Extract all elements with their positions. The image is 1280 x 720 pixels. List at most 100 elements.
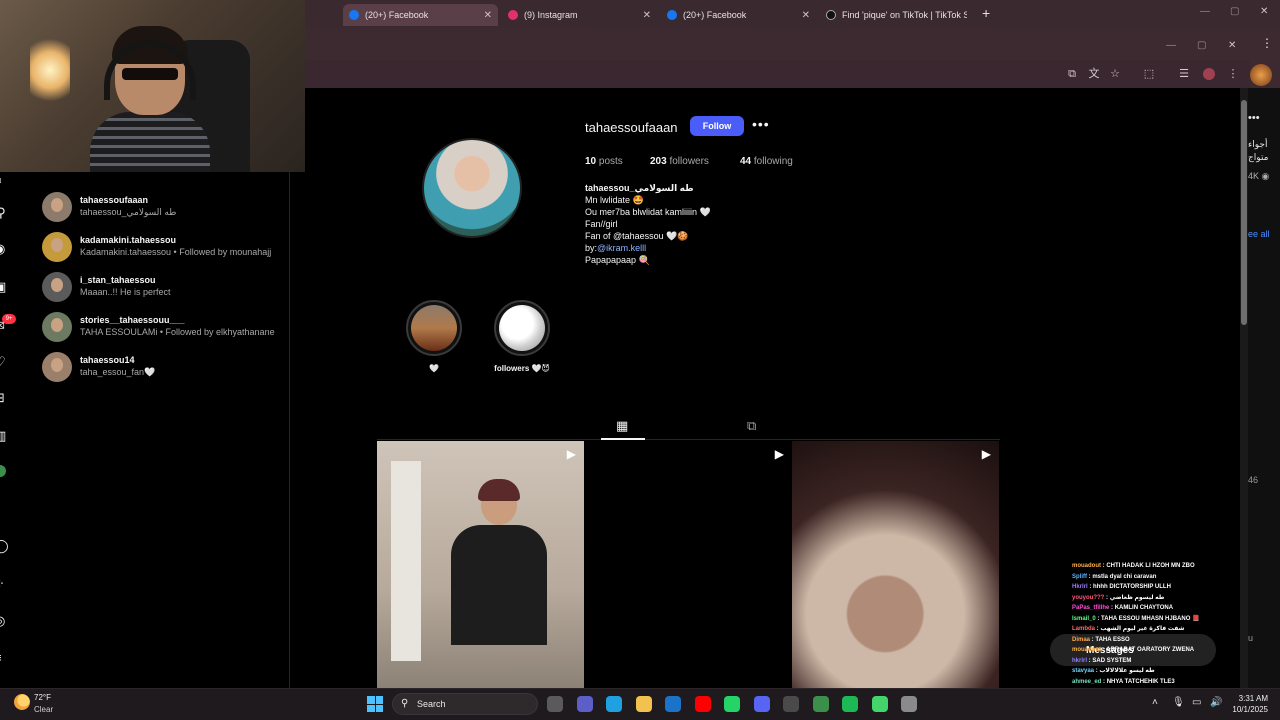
discord-icon[interactable]	[753, 696, 770, 712]
tab-facebook-2[interactable]: (20+) Facebook ✕	[661, 4, 816, 26]
post-thumbnail[interactable]: ▶	[377, 441, 584, 688]
notification-badge: 9+	[2, 314, 16, 324]
also-from-meta-icon[interactable]: ◎	[0, 613, 10, 629]
explore-icon[interactable]: ◉	[0, 241, 10, 257]
chrome-icon[interactable]	[812, 696, 829, 712]
post-thumbnail[interactable]: ▶	[585, 441, 792, 688]
taskbar-search[interactable]: ⚲ Search	[392, 693, 538, 715]
result-username: tahaessou14	[80, 355, 135, 365]
highlight-label: 🤍	[429, 364, 439, 373]
file-explorer-icon[interactable]	[635, 696, 652, 712]
translate-icon[interactable]: 文	[1088, 68, 1100, 80]
home-icon[interactable]: ⌂	[0, 171, 10, 187]
scrollbar-thumb[interactable]	[1241, 100, 1247, 325]
task-view-icon[interactable]	[547, 696, 563, 712]
tab-tiktok[interactable]: Find 'pique' on TikTok | TikTok S	[820, 4, 975, 26]
bio-line: Papapapaap 🍭	[585, 255, 650, 265]
outlook-icon[interactable]	[665, 696, 681, 712]
see-all-link[interactable]: ee all	[1248, 229, 1270, 239]
start-button[interactable]	[367, 696, 383, 712]
close-window-icon[interactable]: ✕	[1228, 40, 1236, 51]
search-result[interactable]: i_stan_tahaessou Maaan..!! He is perfect	[42, 272, 282, 304]
browser-menu-icon[interactable]: ⋮	[1227, 68, 1239, 80]
youtube-icon[interactable]	[694, 696, 711, 712]
more-options-icon[interactable]: •••	[752, 116, 770, 132]
menu-icon[interactable]: ⋮	[1261, 36, 1273, 50]
close-window-icon[interactable]: ✕	[1260, 6, 1268, 17]
result-subtitle: tahaessou_طه السولامي	[80, 207, 177, 217]
tab-label: Find 'pique' on TikTok | TikTok S	[842, 10, 967, 20]
tiktok-icon	[826, 10, 836, 20]
vpn-icon[interactable]	[871, 696, 888, 712]
follow-button[interactable]: Follow	[690, 116, 744, 136]
weather-icon[interactable]	[14, 694, 30, 710]
chat-text: SAD SYSTEM	[1092, 657, 1132, 664]
whatsapp-icon[interactable]	[724, 696, 740, 712]
story-highlight[interactable]	[406, 300, 462, 356]
chat-message: PaPas_tfillhe : KAMLIN CHAYTONA	[1072, 605, 1174, 611]
following-stat[interactable]: 44 following	[740, 156, 793, 167]
search-icon[interactable]: ⚲	[0, 205, 12, 221]
chat-username: Dimaa	[1072, 636, 1091, 643]
reel-icon: ▶	[566, 447, 576, 461]
more-menu-icon[interactable]: ≡	[0, 650, 10, 666]
close-icon[interactable]: ✕	[484, 10, 492, 21]
profile-picture[interactable]	[422, 138, 522, 238]
steam-icon[interactable]	[783, 696, 799, 712]
profile-avatar[interactable]	[1203, 68, 1215, 80]
bio-line: Fan of @tahaessou 🤍🍪	[585, 231, 689, 241]
notifications-icon[interactable]: ♡	[0, 354, 10, 370]
story-highlight[interactable]	[494, 300, 550, 356]
extensions-icon[interactable]: ⬚	[1143, 68, 1155, 80]
meta-ai-icon[interactable]: ⁘	[0, 576, 10, 592]
new-tab-button[interactable]: +	[982, 5, 990, 21]
active-tab-indicator	[601, 438, 645, 440]
teams-icon[interactable]	[576, 696, 593, 712]
edge-icon[interactable]	[606, 696, 622, 712]
search-result[interactable]: tahaessou14 taha_essou_fan🤍	[42, 352, 282, 384]
install-app-icon[interactable]: ⧉	[1066, 68, 1078, 80]
network-icon[interactable]: ▭	[1192, 697, 1201, 708]
mic-icon[interactable]: 🎙	[1172, 697, 1185, 708]
search-result[interactable]: kadamakini.tahaessou Kadamakini.tahaesso…	[42, 232, 282, 264]
close-icon[interactable]: ✕	[643, 10, 651, 21]
maximize-icon[interactable]: ▢	[1230, 6, 1239, 17]
bio-mention-link[interactable]: @ikram.kelll	[597, 243, 646, 253]
chat-message: Lambda : شفت فاكرة غير ليوم الشهب	[1072, 626, 1185, 632]
close-icon[interactable]: ✕	[802, 10, 810, 21]
result-username: i_stan_tahaessou	[80, 275, 156, 285]
followers-stat[interactable]: 203 followers	[650, 156, 709, 167]
threads-icon[interactable]: ◯	[0, 538, 10, 554]
streamer-webcam	[0, 0, 305, 172]
tab-instagram[interactable]: (9) Instagram ✕	[502, 4, 657, 26]
minimize-icon[interactable]: —	[1200, 6, 1210, 17]
maximize-icon[interactable]: ▢	[1197, 40, 1206, 51]
search-label: Search	[417, 699, 446, 709]
create-icon[interactable]: ⊞	[0, 390, 10, 406]
post-thumbnail[interactable]: ▶	[792, 441, 999, 688]
settings-icon[interactable]	[901, 696, 917, 712]
more-icon[interactable]: •••	[1248, 112, 1260, 124]
tab-label: (9) Instagram	[524, 10, 578, 20]
clock[interactable]: 3:31 AM 10/1/2025	[1228, 693, 1268, 715]
minimize-icon[interactable]: —	[1166, 40, 1176, 51]
bio-credit: by:@ikram.kelll	[585, 243, 647, 253]
search-result[interactable]: tahaessoufaaan tahaessou_طه السولامي	[42, 192, 282, 224]
search-result[interactable]: stories__tahaessouu___ TAHA ESSOULAMi • …	[42, 312, 282, 344]
reading-list-icon[interactable]: ☰	[1178, 68, 1190, 80]
chat-text: طه ليسوم ظعاضي	[1109, 594, 1165, 601]
extension-avatar[interactable]	[1250, 64, 1272, 86]
partial-text: متواج	[1248, 152, 1269, 162]
screen: (20+) Facebook ✕ (9) Instagram ✕ (20+) F…	[0, 0, 1280, 720]
inner-window-bar	[305, 32, 1250, 58]
dashboard-icon[interactable]: ▥	[0, 428, 10, 444]
tab-facebook-1[interactable]: (20+) Facebook ✕	[343, 4, 498, 26]
grid-icon[interactable]: ▦	[616, 418, 628, 434]
bookmark-star-icon[interactable]: ☆	[1109, 68, 1121, 80]
chevron-up-icon[interactable]: ˄	[1152, 697, 1158, 708]
tagged-icon[interactable]: ⧉	[747, 418, 756, 434]
spotify-like-icon[interactable]	[842, 696, 858, 712]
volume-icon[interactable]: 🔊	[1210, 697, 1222, 708]
chat-text: TAHA ESSO	[1095, 636, 1130, 643]
reels-icon[interactable]: ▣	[0, 279, 10, 295]
